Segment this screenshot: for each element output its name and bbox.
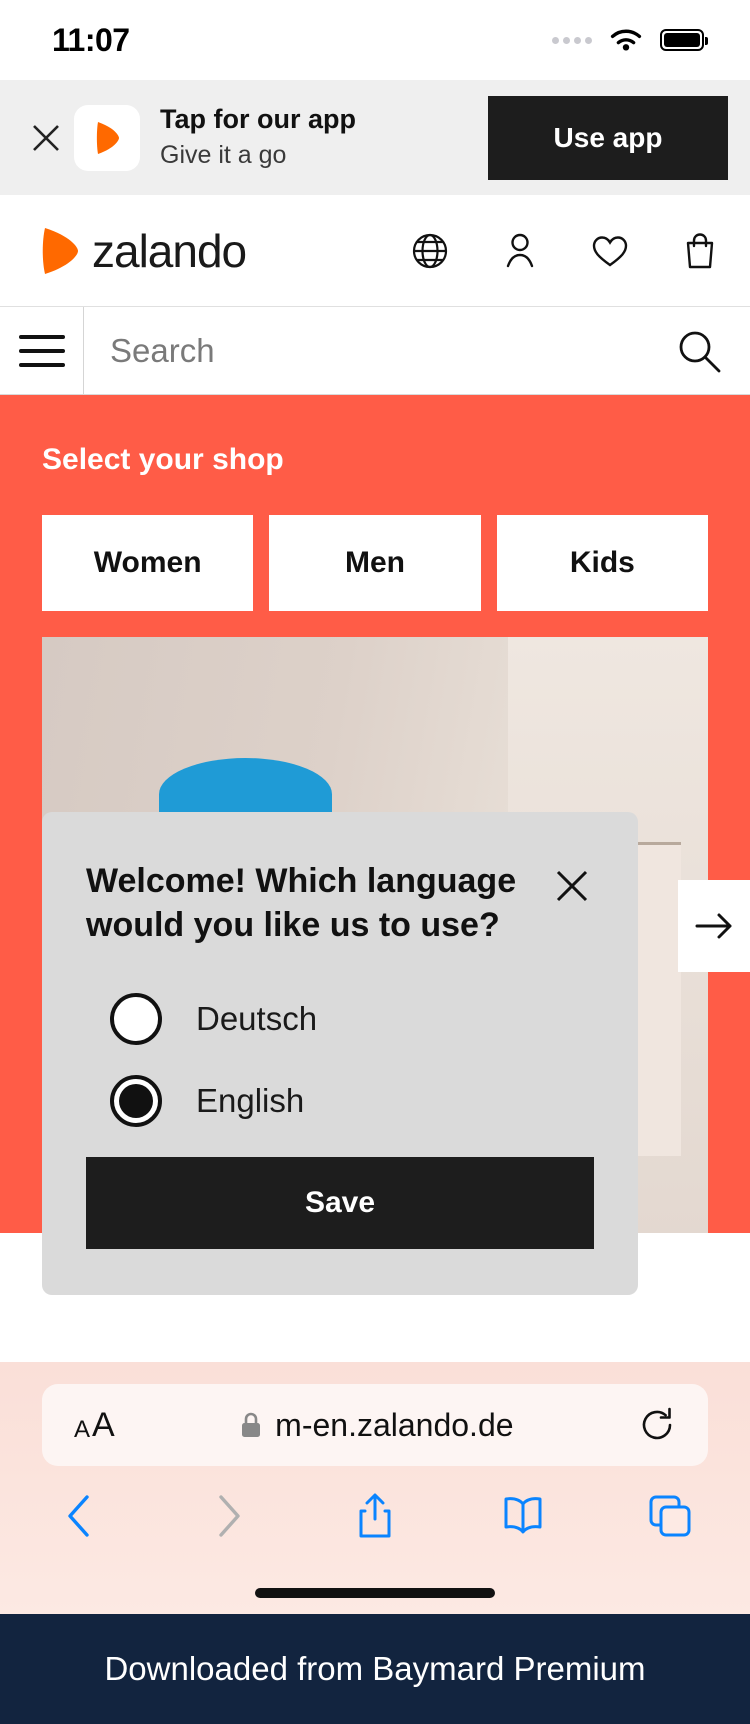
bookmarks-icon[interactable] <box>495 1488 551 1544</box>
app-banner-subtitle: Give it a go <box>160 141 287 170</box>
zalando-logo-icon <box>42 227 78 274</box>
app-banner-text: Tap for our app Give it a go <box>160 103 488 171</box>
battery-icon <box>660 29 708 51</box>
close-icon[interactable] <box>22 123 70 153</box>
shop-selector: Select your shop Women Men Kids <box>0 395 750 611</box>
site-header: zalando <box>0 195 750 307</box>
url-display[interactable]: m-en.zalando.de <box>239 1406 514 1444</box>
reload-icon[interactable] <box>638 1406 676 1444</box>
lock-icon <box>242 1412 261 1437</box>
shop-selector-title: Select your shop <box>42 443 284 476</box>
language-modal: Welcome! Which language would you like u… <box>42 812 638 1296</box>
app-banner-title: Tap for our app <box>160 104 356 135</box>
zalando-logo-text: zalando <box>92 224 247 277</box>
language-option-deutsch[interactable]: Deutsch <box>110 993 594 1046</box>
radio-english[interactable] <box>110 1075 162 1128</box>
status-bar-indicators <box>552 26 708 55</box>
language-option-label: English <box>196 1082 305 1120</box>
baymard-footer: Downloaded from Baymard Premium <box>0 1614 750 1724</box>
ios-status-bar: 11:07 <box>0 0 750 80</box>
header-icon-group <box>408 229 722 273</box>
close-icon[interactable] <box>550 864 594 908</box>
forward-icon <box>200 1488 256 1544</box>
radio-deutsch[interactable] <box>110 993 162 1046</box>
search-placeholder: Search <box>110 331 215 369</box>
back-icon[interactable] <box>52 1488 108 1544</box>
tabs-icon[interactable] <box>642 1488 698 1544</box>
search-input[interactable]: Search <box>84 326 750 376</box>
text-size-small-a: A <box>74 1416 91 1443</box>
language-modal-header: Welcome! Which language would you like u… <box>86 860 594 947</box>
safari-toolbar <box>0 1466 750 1544</box>
language-modal-title: Welcome! Which language would you like u… <box>86 862 517 944</box>
baymard-footer-text: Downloaded from Baymard Premium <box>104 1650 646 1687</box>
shop-selector-buttons: Women Men Kids <box>42 515 708 611</box>
status-bar-time: 11:07 <box>52 21 130 58</box>
zalando-logo[interactable]: zalando <box>36 223 247 279</box>
save-button[interactable]: Save <box>86 1157 594 1250</box>
safari-bottom-bar: A A m-en.zalando.de <box>0 1362 750 1614</box>
search-row: Search <box>0 307 750 395</box>
shop-button-kids[interactable]: Kids <box>496 515 708 611</box>
shop-button-women[interactable]: Women <box>42 515 254 611</box>
zalando-app-icon <box>74 104 140 171</box>
smart-app-banner[interactable]: Tap for our app Give it a go Use app <box>0 80 750 195</box>
language-option-english[interactable]: English <box>110 1075 594 1128</box>
url-bar[interactable]: A A m-en.zalando.de <box>42 1384 708 1466</box>
heart-icon[interactable] <box>588 229 632 273</box>
text-size-large-a: A <box>92 1406 115 1444</box>
language-option-label: Deutsch <box>196 1000 318 1038</box>
hamburger-menu-icon[interactable] <box>0 307 84 394</box>
share-icon[interactable] <box>347 1488 403 1544</box>
shop-button-men[interactable]: Men <box>269 515 481 611</box>
wifi-icon <box>610 29 642 50</box>
globe-icon[interactable] <box>408 229 452 273</box>
home-indicator <box>255 1588 495 1598</box>
language-options: Deutsch English <box>86 993 594 1128</box>
person-icon[interactable] <box>498 229 542 273</box>
use-app-button[interactable]: Use app <box>488 95 728 180</box>
arrow-right-icon[interactable] <box>678 880 750 972</box>
url-text: m-en.zalando.de <box>275 1406 514 1443</box>
search-icon[interactable] <box>674 326 724 376</box>
text-size-button[interactable]: A A <box>74 1408 115 1442</box>
signal-dots-icon <box>552 36 592 44</box>
bag-icon[interactable] <box>678 229 722 273</box>
